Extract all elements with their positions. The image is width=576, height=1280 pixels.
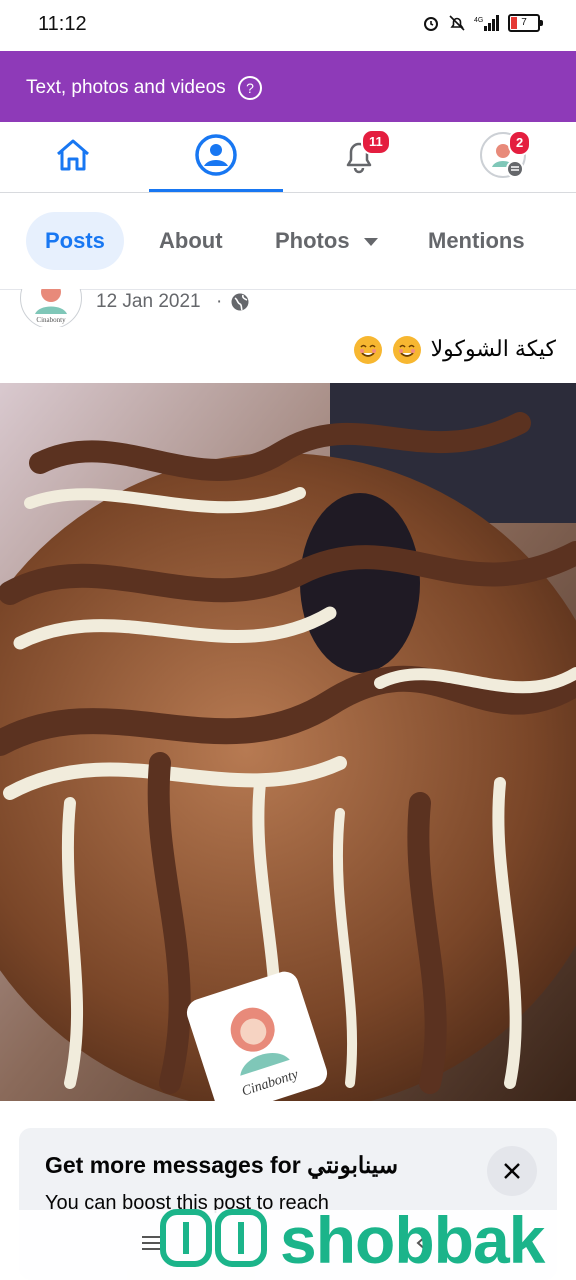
post-caption: كيكة الشوكولا (354, 336, 556, 365)
tab-mentions[interactable]: Mentions (428, 212, 525, 270)
shobbak-watermark: shobbak (160, 1200, 545, 1280)
post-date[interactable]: 12 Jan 2021 (96, 291, 201, 313)
alarm-icon (422, 14, 440, 32)
post-caption-text: كيكة الشوكولا (430, 336, 556, 361)
svg-text:Cinabonty: Cinabonty (36, 316, 66, 324)
post-separator: · (216, 291, 223, 312)
close-button[interactable] (487, 1146, 537, 1196)
notifications-badge: 11 (361, 129, 391, 155)
battery-level: 7 (521, 17, 527, 28)
post-photo[interactable]: Cinabonty (0, 383, 576, 1101)
4g-signal-icon: 4G (474, 14, 500, 32)
tab-posts[interactable]: Posts (26, 212, 124, 270)
battery-icon: 7 (508, 14, 543, 32)
avatar[interactable]: Cinabonty (20, 289, 82, 327)
nav-menu[interactable]: 2 (436, 122, 570, 192)
post-header: Cinabonty 12 Jan 2021 · (0, 289, 576, 327)
nav-home[interactable] (6, 122, 140, 192)
profile-icon (194, 133, 238, 182)
recent-apps-icon[interactable] (140, 1232, 162, 1259)
menu-badge: 2 (508, 130, 532, 156)
create-post-banner[interactable]: Text, photos and videos ? (0, 51, 576, 122)
watermark-text: shobbak (280, 1203, 545, 1277)
banner-text: Text, photos and videos (26, 77, 226, 98)
status-bar: 11:12 4G 7 (0, 0, 576, 50)
muted-bell-icon (448, 14, 466, 32)
smiling-face-icon (354, 336, 383, 365)
nav-profile[interactable] (149, 122, 283, 192)
status-icons: 4G 7 (422, 14, 543, 32)
nav-notifications[interactable]: 11 (292, 122, 426, 192)
chevron-down-icon (363, 238, 378, 247)
home-icon (53, 135, 93, 180)
globe-icon (230, 292, 250, 317)
tab-photos-label: Photos (275, 228, 350, 253)
svg-text:4G: 4G (474, 17, 483, 24)
profile-tabs: Posts About Photos Mentions (0, 193, 576, 290)
help-icon[interactable]: ? (238, 76, 262, 100)
tab-photos[interactable]: Photos (275, 212, 378, 270)
status-time: 11:12 (38, 13, 87, 35)
boost-card-title: Get more messages for سينابونتي (45, 1152, 399, 1178)
close-icon (504, 1163, 520, 1179)
shobbak-logo-icon (160, 1206, 270, 1275)
smiling-face-icon (392, 336, 421, 365)
tab-about[interactable]: About (159, 212, 223, 270)
top-navigation: 11 2 (0, 122, 576, 193)
